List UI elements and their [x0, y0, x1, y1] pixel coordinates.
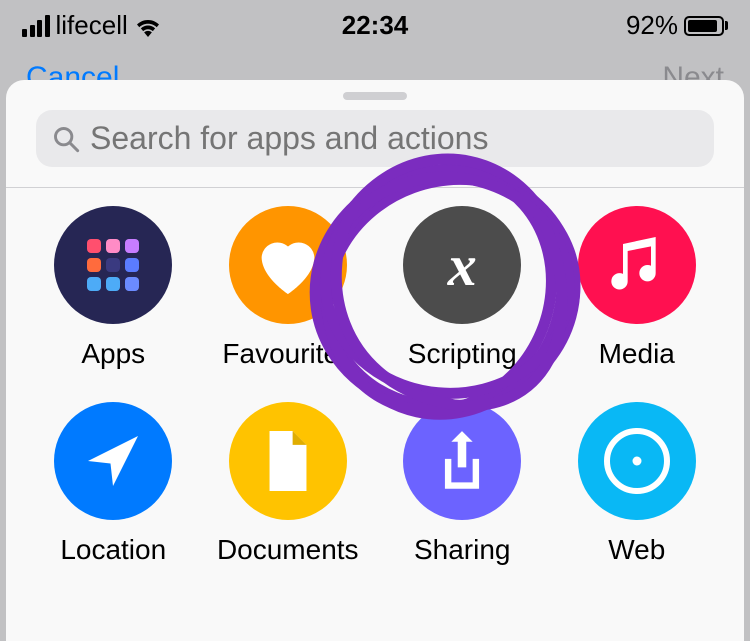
share-icon [403, 402, 521, 520]
category-scripting[interactable]: x Scripting [380, 206, 545, 370]
category-web[interactable]: Web [555, 402, 720, 566]
category-label: Apps [81, 338, 145, 370]
compass-icon [578, 402, 696, 520]
category-apps[interactable]: Apps [31, 206, 196, 370]
document-icon [229, 402, 347, 520]
search-icon [52, 125, 80, 153]
sheet-grabber[interactable] [343, 92, 407, 100]
search-field[interactable] [36, 110, 714, 167]
action-sheet: Apps Favourites x Scripting Media Locati… [6, 80, 744, 641]
search-input[interactable] [90, 120, 698, 157]
category-documents[interactable]: Documents [206, 402, 371, 566]
battery-icon [684, 16, 728, 36]
category-label: Documents [217, 534, 359, 566]
category-label: Web [608, 534, 665, 566]
battery-percent: 92% [626, 10, 678, 41]
category-favourites[interactable]: Favourites [206, 206, 371, 370]
category-media[interactable]: Media [555, 206, 720, 370]
location-icon [54, 402, 172, 520]
category-sharing[interactable]: Sharing [380, 402, 545, 566]
status-left: lifecell [22, 10, 162, 41]
category-label: Scripting [408, 338, 517, 370]
signal-icon [22, 15, 50, 37]
carrier-label: lifecell [56, 10, 128, 41]
category-label: Location [60, 534, 166, 566]
scripting-icon: x [403, 206, 521, 324]
category-label: Media [599, 338, 675, 370]
category-label: Favourites [222, 338, 353, 370]
category-label: Sharing [414, 534, 511, 566]
heart-icon [229, 206, 347, 324]
clock: 22:34 [342, 10, 409, 41]
wifi-icon [134, 15, 162, 37]
music-icon [578, 206, 696, 324]
status-bar: lifecell 22:34 92% [0, 0, 750, 47]
category-location[interactable]: Location [31, 402, 196, 566]
status-right: 92% [626, 10, 728, 41]
category-grid: Apps Favourites x Scripting Media Locati… [6, 188, 744, 566]
apps-icon [54, 206, 172, 324]
